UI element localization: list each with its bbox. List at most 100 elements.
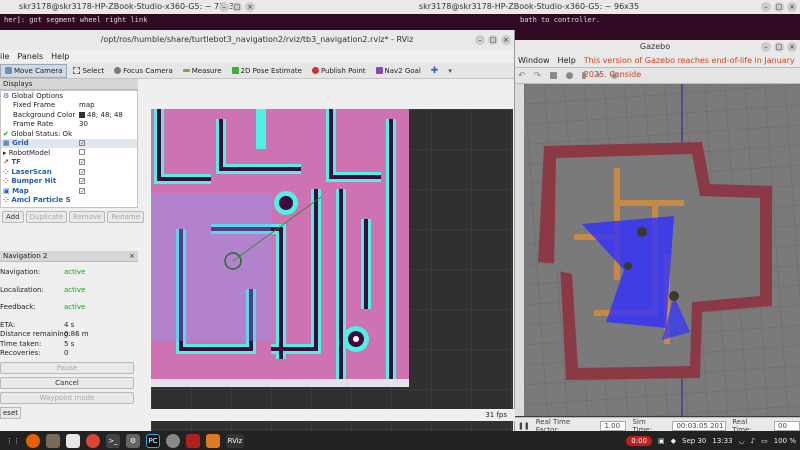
sphere-icon[interactable]: ● xyxy=(566,71,574,81)
add-tool-button[interactable]: ✚ xyxy=(427,64,443,78)
maximize-icon[interactable]: □ xyxy=(488,35,498,45)
rename-button[interactable]: Rename xyxy=(107,211,145,223)
cancel-button[interactable]: Cancel xyxy=(0,376,134,389)
menu-help[interactable]: Help xyxy=(558,54,576,67)
display-item-bumper-hit[interactable]: ⁘ Bumper Hit ✓ xyxy=(1,177,137,187)
close-icon[interactable]: × xyxy=(501,35,511,45)
pause-icon[interactable]: ❚❚ xyxy=(518,422,530,430)
date-label[interactable]: Sep 30 xyxy=(682,437,706,445)
gazebo-app-icon[interactable] xyxy=(206,433,220,448)
checkbox-robotmodel[interactable] xyxy=(79,148,85,155)
firefox-icon[interactable] xyxy=(26,433,40,448)
measure-tool[interactable]: Measure xyxy=(179,64,226,78)
pause-button[interactable]: Pause xyxy=(0,361,134,374)
maximize-icon[interactable]: □ xyxy=(774,2,784,12)
checkbox-bumper-hit[interactable]: ✓ xyxy=(79,178,85,185)
displays-buttons: Add Duplicate Remove Rename xyxy=(0,208,145,226)
minimize-icon[interactable]: – xyxy=(219,2,229,12)
gazebo-menubar: Window Help This version of Gazebo reach… xyxy=(510,54,800,79)
rviz-window[interactable]: /opt/ros/humble/share/turtlebot3_navigat… xyxy=(0,30,515,433)
display-item-tf[interactable]: ↗ TF ✓ xyxy=(1,158,137,168)
checkbox-tf[interactable]: ✓ xyxy=(79,159,85,166)
rviz-3d-view[interactable] xyxy=(151,109,513,433)
menu-panels[interactable]: Panels xyxy=(17,50,43,63)
terminal-icon[interactable]: >_ xyxy=(106,433,120,448)
gazebo-3d-view[interactable] xyxy=(524,84,800,416)
apps-grid-icon[interactable]: ⋮⋮ xyxy=(6,434,20,448)
laser-icon: ⁘ xyxy=(3,167,9,176)
minimize-icon[interactable]: – xyxy=(475,35,485,45)
undo-icon[interactable]: ↶ xyxy=(518,71,526,81)
close-icon[interactable]: × xyxy=(245,2,255,12)
plus-icon: ✚ xyxy=(430,65,439,76)
close-icon[interactable]: × xyxy=(129,251,135,262)
pose-estimate-tool[interactable]: 2D Pose Estimate xyxy=(228,64,306,78)
display-item-robotmodel[interactable]: ▸ RobotModel xyxy=(1,148,137,158)
menu-window[interactable]: Window xyxy=(518,54,550,67)
close-icon[interactable]: × xyxy=(787,42,797,52)
screen-recorder-icon[interactable] xyxy=(186,433,200,448)
cylinder-icon[interactable]: ▮ xyxy=(581,71,586,81)
close-icon[interactable]: × xyxy=(787,2,797,12)
checkbox-laserscan[interactable]: ✓ xyxy=(79,168,85,175)
terminal-title-bar[interactable]: skr3178@skr3178-HP-ZBook-Studio-x360-G5:… xyxy=(258,0,800,14)
menu-help[interactable]: Help xyxy=(51,50,69,63)
map-layer xyxy=(151,109,409,387)
tool-menu-button[interactable]: ▾ xyxy=(444,64,456,78)
color-swatch[interactable] xyxy=(79,111,85,118)
publish-point-tool[interactable]: Publish Point xyxy=(308,64,370,78)
robot-icon: ▸ xyxy=(3,148,7,157)
fixed-frame-row[interactable]: Fixed Frame map xyxy=(1,101,137,111)
gazebo-window[interactable]: Gazebo – □ × Window Help This version of G… xyxy=(510,40,800,434)
reset-button[interactable]: eset xyxy=(0,407,22,419)
maximize-icon[interactable]: □ xyxy=(232,2,242,12)
recording-indicator[interactable]: 0:00 xyxy=(626,435,653,446)
checkbox-grid[interactable]: ✓ xyxy=(79,140,85,147)
select-tool[interactable]: Select xyxy=(69,64,108,78)
chrome-icon[interactable] xyxy=(86,433,100,448)
menu-file[interactable]: ile xyxy=(0,50,9,63)
global-options-row[interactable]: ⚙ Global Options xyxy=(1,91,137,101)
gazebo-title-bar[interactable]: Gazebo – □ × xyxy=(510,40,800,54)
minimize-icon[interactable]: – xyxy=(761,42,771,52)
light-icon[interactable]: ☀ xyxy=(594,71,602,81)
dropbox-icon[interactable]: ◆ xyxy=(671,437,676,445)
screenshot-icon[interactable]: ◉ xyxy=(611,71,619,81)
global-status-row[interactable]: ✔ Global Status: Ok xyxy=(1,129,137,139)
pycharm-icon[interactable]: PC xyxy=(146,433,160,448)
files-icon[interactable] xyxy=(46,433,60,448)
minimize-icon[interactable]: – xyxy=(761,2,771,12)
screen-share-icon[interactable]: ▣ xyxy=(658,437,665,445)
remove-button[interactable]: Remove xyxy=(68,211,106,223)
box-icon[interactable]: ■ xyxy=(549,71,558,81)
duplicate-button[interactable]: Duplicate xyxy=(25,211,67,223)
display-item-laserscan[interactable]: ⁘ LaserScan ✓ xyxy=(1,167,137,177)
frame-rate-row[interactable]: Frame Rate 30 xyxy=(1,120,137,130)
time-label[interactable]: 13:33 xyxy=(712,437,732,445)
maximize-icon[interactable]: □ xyxy=(774,42,784,52)
wifi-icon[interactable]: ◡ xyxy=(739,437,745,445)
terminal-title-bar[interactable]: skr3178@skr3178-HP-ZBook-Studio-x360-G5:… xyxy=(0,0,258,14)
volume-icon[interactable]: ♪ xyxy=(751,437,755,445)
move-camera-tool[interactable]: Move Camera xyxy=(0,63,68,78)
display-item-map[interactable]: ▣ Map ✓ xyxy=(1,186,137,196)
add-button[interactable]: Add xyxy=(2,211,24,223)
eol-warning: This version of Gazebo reaches end-of-li… xyxy=(583,56,795,79)
settings-icon[interactable]: ⚙ xyxy=(126,433,140,448)
software-icon[interactable] xyxy=(166,433,180,448)
focus-camera-tool[interactable]: Focus Camera xyxy=(110,64,177,78)
rviz-app-icon[interactable]: RViz xyxy=(226,433,244,448)
document-icon[interactable] xyxy=(66,433,80,448)
background-color-row[interactable]: Background Color 48; 48; 48 xyxy=(1,110,137,120)
battery-label: 100 % xyxy=(773,436,796,445)
display-item-grid[interactable]: ▦ Grid ✓ xyxy=(1,138,137,148)
checkbox-map[interactable]: ✓ xyxy=(79,187,85,194)
waypoint-mode-button[interactable]: Waypoint mode xyxy=(0,391,134,404)
rviz-title-bar[interactable]: /opt/ros/humble/share/turtlebot3_navigat… xyxy=(0,30,514,50)
battery-icon[interactable]: ▭ xyxy=(761,437,768,445)
redo-icon[interactable]: ↷ xyxy=(534,71,542,81)
display-item-amcl-particle[interactable]: ⁘ Amcl Particle S xyxy=(1,196,137,206)
pin-icon xyxy=(311,67,319,74)
nav2-goal-tool[interactable]: Nav2 Goal xyxy=(372,64,425,78)
displays-tree[interactable]: ⚙ Global Options Fixed Frame map Backgrou… xyxy=(0,90,138,208)
